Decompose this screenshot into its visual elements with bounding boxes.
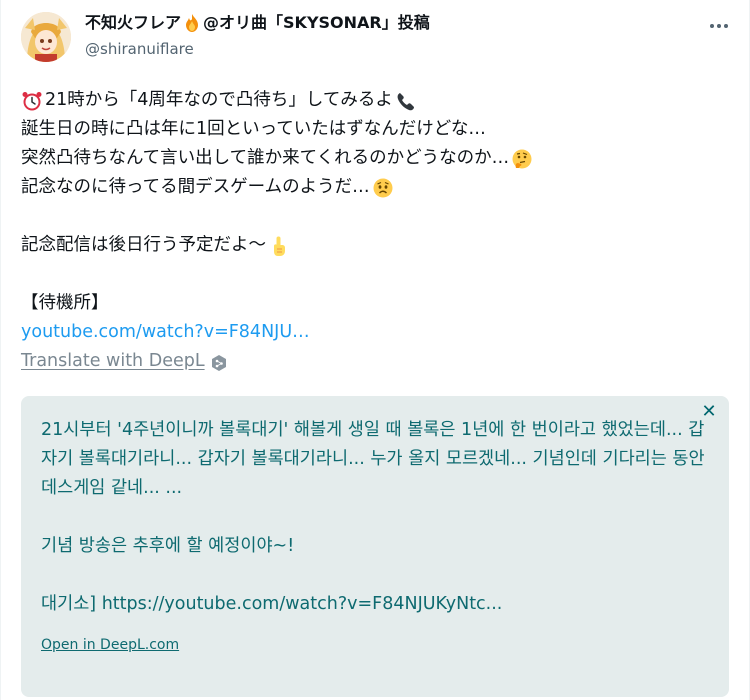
deepl-para-3: 대기소] https://youtube.com/watch?v=F84NJUK…: [41, 594, 503, 614]
tweet-line-2: 誕生日の時に凸は年に1回といっていたはずなんだけどな…: [21, 119, 486, 139]
tweet-line-4: 記念なのに待ってる間デスゲームのようだ…: [21, 173, 721, 202]
tweet-blank-line-2: [21, 260, 721, 289]
deepl-para-1: 21시부터 '4주년이니까 볼록대기' 해볼게 생일 때 볼록은 1년에 한 번…: [41, 420, 705, 498]
telephone-emoji-icon: [395, 90, 417, 112]
deepl-para-2: 기념 방송은 추후에 할 예정이야~!: [41, 536, 295, 556]
deepl-translation-card: ✕ 21시부터 '4주년이니까 볼록대기' 해볼게 생일 때 볼록은 1년에 한…: [21, 396, 729, 697]
tweet-line-4-text: 記念なのに待ってる間デスゲームのようだ…: [21, 177, 370, 197]
tweet-line-1: 21時から「4周年なので凸待ち」してみるよ: [21, 86, 721, 115]
more-horizontal-icon[interactable]: [707, 14, 731, 38]
tweet-line-3-text: 突然凸待ちなんて言い出して誰か来てくれるのかどうなのか…: [21, 148, 510, 168]
deepl-logo-icon: [211, 353, 227, 371]
worried-face-emoji-icon: [372, 177, 394, 199]
avatar[interactable]: [21, 12, 71, 62]
youtube-link[interactable]: youtube.com/watch?v=F84NJU…: [21, 318, 310, 347]
tweet-line-3: 突然凸待ちなんて言い出して誰か来てくれるのかどうなのか…: [21, 144, 721, 173]
display-name[interactable]: 不知火フレア @オリ曲「SKYSONAR」投稿: [85, 12, 430, 34]
tweet-line-6: 【待機所】: [21, 293, 109, 313]
fire-emoji-icon: [182, 13, 202, 33]
tweet-line-5: 記念配信は後日行う予定だよ〜: [21, 231, 721, 260]
deepl-translation-text: 21시부터 '4주년이니까 볼록대기' 해볼게 생일 때 볼록은 1년에 한 번…: [41, 416, 711, 619]
author-block: 不知火フレア @オリ曲「SKYSONAR」投稿 @shiranuiflare: [85, 12, 430, 60]
alarm-clock-emoji-icon: [21, 90, 43, 112]
handle[interactable]: @shiranuiflare: [85, 38, 430, 60]
open-in-deepl-link[interactable]: Open in DeepL.com: [41, 637, 179, 653]
tweet-line-5-text: 記念配信は後日行う予定だよ〜: [21, 235, 266, 255]
display-name-suffix: @オリ曲「SKYSONAR」投稿: [203, 13, 430, 32]
pointing-up-emoji-icon: [268, 235, 290, 257]
tweet-link-line: youtube.com/watch?v=F84NJU…: [21, 318, 721, 347]
display-name-prefix: 不知火フレア: [85, 13, 182, 32]
translate-with-deepl-link[interactable]: Translate with DeepL: [21, 347, 227, 376]
tweet-header: 不知火フレア @オリ曲「SKYSONAR」投稿 @shiranuiflare: [21, 10, 731, 66]
tweet-frame: 不知火フレア @オリ曲「SKYSONAR」投稿 @shiranuiflare 2…: [0, 0, 750, 700]
translate-link-label: Translate with DeepL: [21, 351, 205, 371]
tweet-line-1-text: 21時から「4周年なので凸待ち」してみるよ: [45, 90, 393, 110]
thinking-face-emoji-icon: [511, 148, 533, 170]
tweet-body: 21時から「4周年なので凸待ち」してみるよ 誕生日の時に凸は年に1回といっていた…: [21, 86, 721, 376]
translate-line: Translate with DeepL: [21, 347, 721, 376]
